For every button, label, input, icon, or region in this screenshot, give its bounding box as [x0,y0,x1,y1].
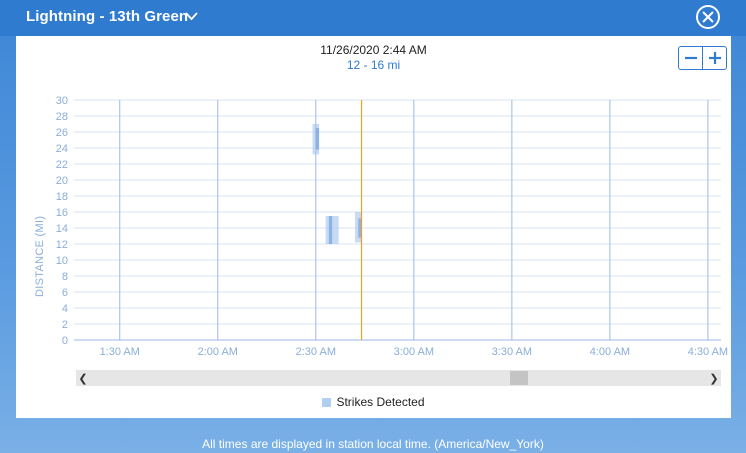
x-tick-label: 2:00 AM [198,346,238,358]
strike-mark [315,128,320,150]
y-tick-label: 30 [56,95,68,107]
strike-chart[interactable]: 0246810121416182022242628301:30 AM 2:00 A… [16,36,731,366]
legend-label: Strikes Detected [336,395,425,409]
chart-panel: 11/26/2020 2:44 AM 12 - 16 mi DISTANCE (… [16,36,731,418]
scroll-left-arrow-icon[interactable]: ❮ [76,370,90,386]
strike-mark [328,216,333,244]
strike-mark [325,216,339,244]
chevron-down-icon[interactable] [185,12,198,21]
y-tick-label: 2 [62,319,68,331]
y-tick-label: 6 [62,287,68,299]
y-tick-label: 18 [56,191,68,203]
close-button[interactable] [696,5,720,29]
y-tick-label: 12 [56,239,68,251]
y-tick-label: 10 [56,255,68,267]
y-tick-label: 16 [56,207,68,219]
y-tick-label: 20 [56,175,68,187]
x-tick-label: 4:00 AM [590,346,630,358]
chart-legend[interactable]: Strikes Detected [16,395,731,409]
x-tick-label: 4:30 AM [688,346,728,358]
timeline-scrollbar[interactable]: ❮ ❯ [76,370,721,386]
scroll-right-arrow-icon[interactable]: ❯ [707,370,721,386]
scroll-thumb[interactable] [510,371,528,385]
y-tick-label: 28 [56,111,68,123]
title-bar: Lightning - 13th Green [0,0,746,36]
x-tick-label: 2:30 AM [296,346,336,358]
y-tick-label: 22 [56,159,68,171]
x-tick-label: 1:30 AM [100,346,140,358]
close-icon [702,11,714,23]
x-tick-label: 3:30 AM [492,346,532,358]
station-title[interactable]: Lightning - 13th Green [26,8,188,25]
y-tick-label: 24 [56,143,68,155]
y-tick-label: 14 [56,223,68,235]
timezone-note: All times are displayed in station local… [202,437,544,451]
y-tick-label: 0 [62,335,68,347]
legend-swatch [322,398,332,407]
y-tick-label: 8 [62,271,68,283]
y-tick-label: 26 [56,127,68,139]
x-tick-label: 3:00 AM [394,346,434,358]
y-tick-label: 4 [62,303,68,315]
